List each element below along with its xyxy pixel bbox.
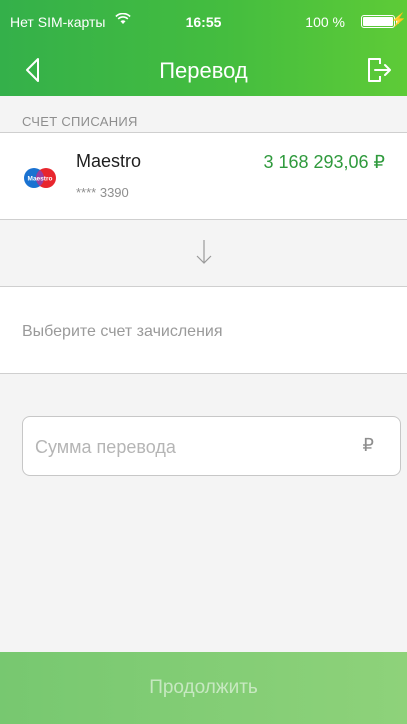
status-bar: Нет SIM-карты 16:55 100 % ⚡	[0, 0, 407, 36]
maestro-logo-text: Maestro	[28, 176, 53, 183]
source-account-row[interactable]: Maestro Maestro **** 3390 3 168 293,06 ₽	[0, 132, 407, 220]
transfer-direction	[0, 220, 407, 286]
target-account-label: Выберите счет зачисления	[22, 323, 223, 340]
amount-input[interactable]	[33, 417, 337, 477]
logout-icon	[368, 58, 391, 82]
top-bar: Нет SIM-карты 16:55 100 % ⚡ Перевод	[0, 0, 407, 96]
arrow-down-icon	[196, 240, 212, 264]
card-number-mask: **** 3390	[76, 185, 129, 200]
charging-icon: ⚡	[390, 12, 407, 27]
page-title: Перевод	[159, 58, 248, 83]
target-account-selector[interactable]: Выберите счет зачисления	[0, 286, 407, 374]
card-balance: 3 168 293,06 ₽	[263, 152, 385, 172]
nav-bar: Перевод	[0, 44, 407, 94]
status-time: 16:55	[185, 14, 222, 30]
source-section-label: СЧЕТ СПИСАНИЯ	[22, 114, 138, 129]
continue-button[interactable]: Продолжить	[0, 652, 407, 724]
battery-percent: 100 %	[305, 14, 345, 30]
maestro-logo-icon: Maestro	[24, 168, 56, 188]
amount-field[interactable]: ₽	[22, 416, 401, 477]
ruble-icon: ₽	[362, 435, 374, 455]
exit-button[interactable]	[365, 54, 393, 86]
card-name: Maestro	[76, 151, 142, 171]
